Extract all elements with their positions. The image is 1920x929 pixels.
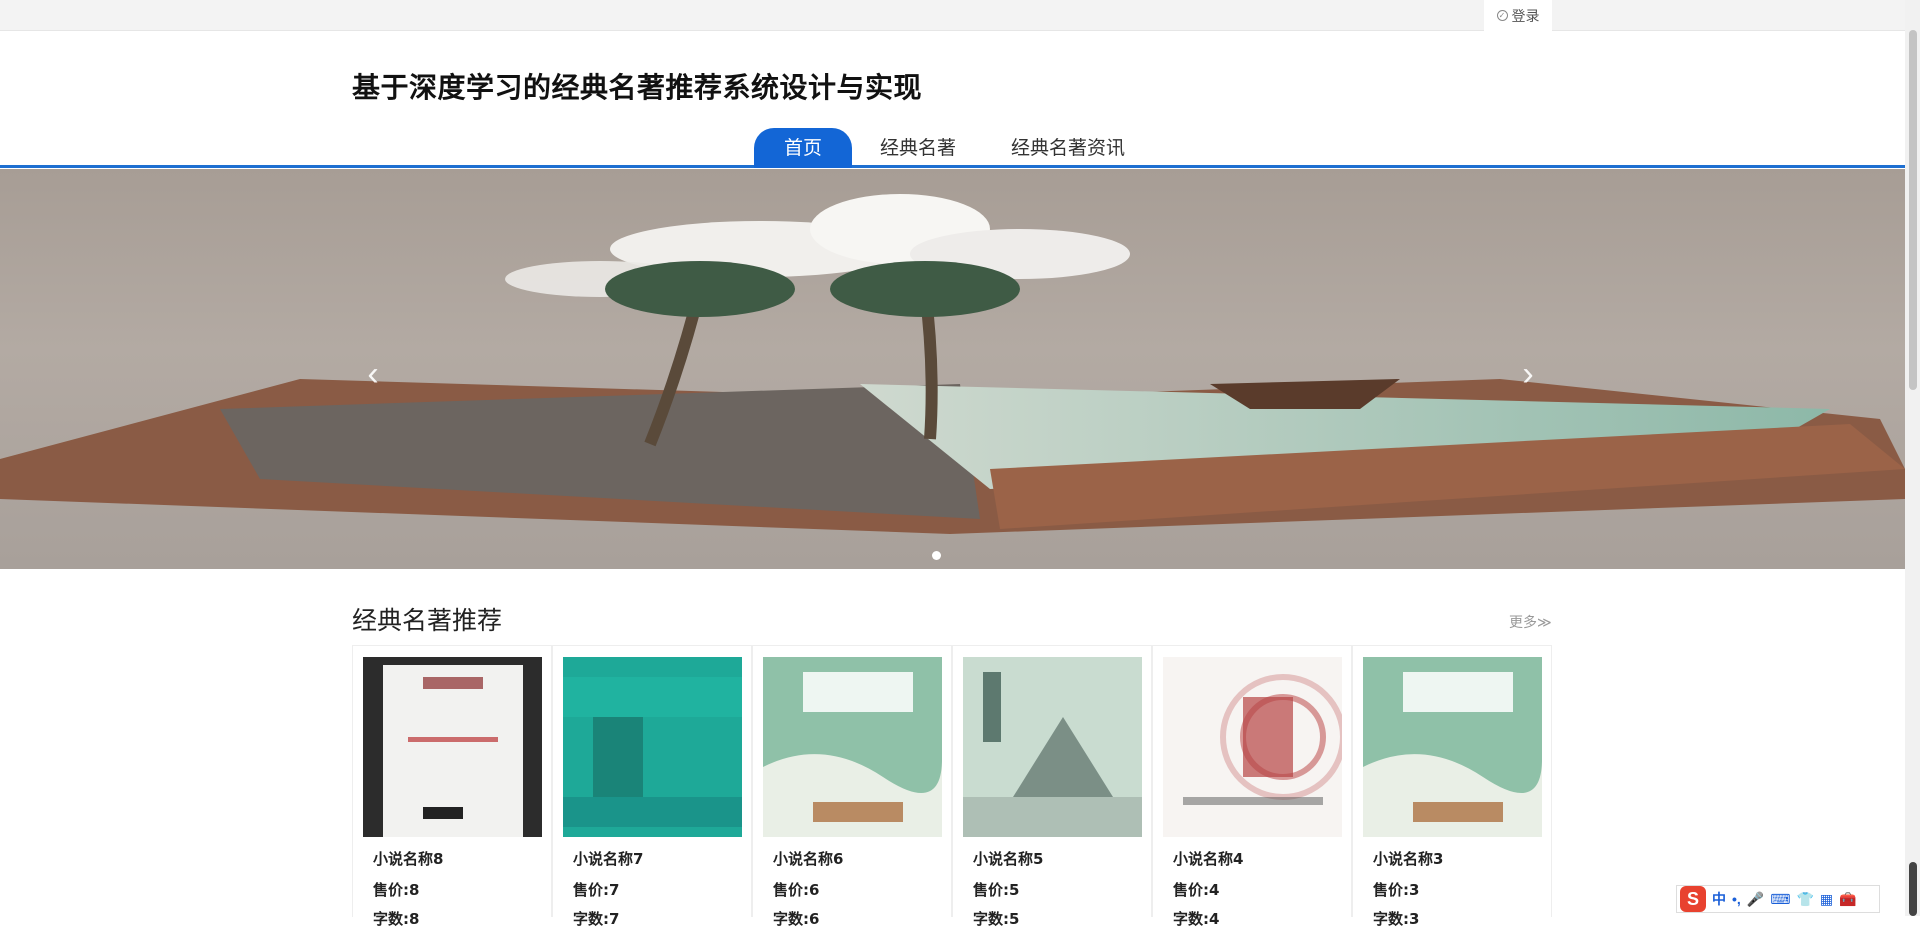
book-card[interactable]: 小说名称4 售价:4 字数:4 [1152,646,1352,928]
book-price: 售价:6 [773,881,820,899]
shirt-icon[interactable]: 👕 [1796,891,1813,908]
ime-punct[interactable]: •, [1732,891,1741,907]
book-card[interactable]: 小说名称3 售价:3 字数:3 [1352,646,1552,928]
scrollbar-thumb[interactable] [1909,30,1917,390]
grid-icon[interactable]: ▦ [1820,891,1833,908]
more-link[interactable]: 更多≫ [1509,612,1552,632]
book-cover [1163,657,1342,837]
book-name: 小说名称5 [973,850,1044,868]
carousel-dot[interactable] [932,551,941,560]
banner-image [0,194,1905,534]
book-name: 小说名称3 [1373,850,1444,868]
nav-item-classics[interactable]: 经典名著 [850,128,986,168]
nav-item-home[interactable]: 首页 [754,128,853,168]
book-card[interactable]: 小说名称5 售价:5 字数:5 [952,646,1152,928]
banner-carousel[interactable] [0,169,1905,569]
book-name: 小说名称7 [573,850,644,868]
scrollbar-thumb-lower[interactable] [1909,862,1917,916]
book-extra: 字数:8 [373,910,420,928]
carousel-next-arrow[interactable]: › [1513,355,1543,394]
book-card[interactable]: 小说名称6 售价:6 字数:6 [752,646,952,928]
site-title: 基于深度学习的经典名著推荐系统设计与实现 [352,71,923,104]
login-link[interactable]: ✓ 登录 [1484,0,1552,31]
chevron-left-icon: ‹ [367,355,379,393]
main-nav: 首页 经典名著 经典名著资讯 [0,128,1905,168]
ime-toolbar[interactable]: S 中 •, 🎤 ⌨ 👕 ▦ 🧰 [1676,885,1880,913]
book-price: 售价:4 [1173,881,1220,899]
book-cover [363,657,542,837]
book-price: 售价:8 [373,881,420,899]
microphone-icon[interactable]: 🎤 [1747,891,1764,908]
book-extra: 字数:7 [573,910,620,928]
book-extra: 字数:5 [973,910,1020,928]
book-extra: 字数:3 [1373,910,1420,928]
book-price: 售价:7 [573,881,620,899]
book-extra: 字数:6 [773,910,820,928]
check-circle-icon: ✓ [1496,10,1508,21]
book-cover [963,657,1142,837]
book-cover [563,657,742,837]
chevron-right-icon: › [1522,355,1534,393]
book-price: 售价:3 [1373,881,1420,899]
book-name: 小说名称6 [773,850,844,868]
ime-mode[interactable]: 中 [1712,889,1726,909]
login-label: 登录 [1511,7,1540,24]
book-cover [1363,657,1542,837]
book-extra: 字数:4 [1173,910,1220,928]
book-name: 小说名称8 [373,850,444,868]
section-title-recommend: 经典名著推荐 [352,606,503,635]
book-price: 售价:5 [973,881,1020,899]
keyboard-icon[interactable]: ⌨ [1770,891,1790,908]
carousel-prev-arrow[interactable]: ‹ [358,355,388,394]
page-scrollbar[interactable] [1905,0,1920,916]
nav-item-classics-news[interactable]: 经典名著资讯 [981,128,1155,168]
top-bar: ✓ 登录 [0,0,1905,31]
book-grid: 小说名称8 售价:8 字数:8 小说名称7 售价:7 字数:7 小说名称6 售价… [352,645,1552,928]
toolbox-icon[interactable]: 🧰 [1839,891,1856,908]
book-card[interactable]: 小说名称7 售价:7 字数:7 [552,646,752,928]
sogou-logo-icon: S [1680,886,1706,912]
book-cover [763,657,942,837]
book-name: 小说名称4 [1173,850,1244,868]
book-card[interactable]: 小说名称8 售价:8 字数:8 [352,646,552,928]
